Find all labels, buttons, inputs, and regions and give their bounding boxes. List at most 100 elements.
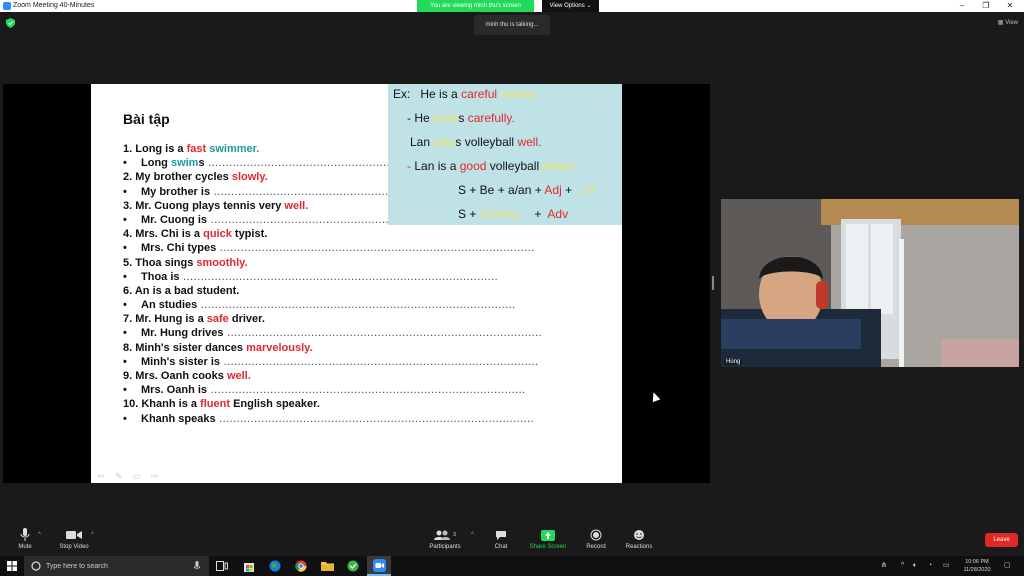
window-title: Zoom Meeting 40-Minutes: [13, 2, 95, 9]
exercise-text: English speaker.: [233, 398, 320, 411]
bullet: •: [123, 213, 127, 226]
answer-verb: swim: [170, 157, 199, 170]
formula-text: +: [534, 207, 542, 221]
exercise-highlight: safe: [206, 313, 229, 326]
chat-button[interactable]: Chat: [476, 527, 526, 555]
meeting-toolbar: Mute ^ Stop Video ^ 3 Participants ^ Cha…: [0, 523, 1024, 556]
answer-start: Long: [141, 157, 168, 170]
exercise-number: 5.: [123, 256, 133, 269]
exercise-answer-line: • Minh's sister is ……………………………………………………………: [123, 355, 563, 369]
slide-nav-controls: ⇦ ✎ ▭ ⇨: [97, 466, 169, 481]
answer-blank: ………………………………………………………………………………: [219, 242, 535, 255]
taskbar-search[interactable]: [24, 556, 209, 576]
exercise-text: An is a bad student.: [134, 284, 240, 297]
answer-start: An studies: [141, 299, 198, 312]
bullet: •: [123, 355, 127, 368]
search-input[interactable]: [46, 560, 196, 572]
exercise-highlight: quick: [203, 228, 232, 241]
answer-start: Minh's sister is: [141, 355, 221, 368]
reactions-button[interactable]: Reactions: [614, 527, 664, 555]
answer-start: Mrs. Chi types: [141, 242, 217, 255]
taskbar-clock[interactable]: 10:06 PM 11/28/2020: [955, 558, 999, 574]
encryption-shield-icon[interactable]: [6, 18, 15, 28]
store-icon[interactable]: [237, 556, 261, 576]
exercise-number: 8.: [123, 341, 133, 354]
leave-button[interactable]: Leave: [985, 533, 1018, 547]
task-view-icon[interactable]: [210, 556, 234, 576]
start-button[interactable]: [0, 556, 24, 576]
share-screen-button[interactable]: Share Screen: [523, 527, 573, 555]
exercise-text: Mrs. Oanh cooks: [135, 370, 224, 382]
exercise-text: Long is a: [135, 143, 184, 155]
example-line-2: - He works carefully.: [407, 111, 515, 125]
chrome-icon[interactable]: [289, 556, 313, 576]
example-box: Ex: He is a careful worker. - He works c…: [388, 84, 622, 225]
answer-blank: ………………………………………………………………………………: [210, 384, 526, 397]
video-feed: [721, 199, 1019, 367]
video-options-caret[interactable]: ^: [91, 532, 94, 538]
mute-button[interactable]: Mute: [0, 527, 50, 555]
microphone-icon: [0, 527, 50, 543]
microphone-icon[interactable]: [194, 561, 200, 571]
minimize-button[interactable]: –: [952, 0, 972, 12]
bullet: •: [123, 185, 127, 198]
resize-handle[interactable]: [712, 276, 714, 290]
restore-button[interactable]: ❐: [976, 0, 996, 12]
zoom-taskbar-icon[interactable]: [367, 556, 391, 576]
keyboard-icon[interactable]: ▭: [943, 556, 950, 576]
exercise-answer-line: • An studies ……………………………………………………………………………: [123, 298, 563, 312]
answer-blank: ………………………………………………………………………………: [226, 327, 543, 340]
participants-options-caret[interactable]: ^: [471, 532, 474, 538]
exercise-question: 9. Mrs. Oanh cooks well.: [123, 369, 563, 383]
title-bar: Zoom Meeting 40-Minutes You are viewing …: [0, 0, 1024, 12]
exercise-question: 6. An is a bad student.: [123, 284, 563, 298]
example-text: volleyball: [489, 159, 540, 173]
globe-app-icon[interactable]: [263, 556, 287, 576]
slides-icon[interactable]: ▭: [133, 471, 145, 481]
next-arrow-icon[interactable]: ⇨: [151, 471, 163, 481]
exercise-noun: swimmer.: [209, 143, 260, 155]
example-verb: play: [433, 135, 456, 149]
exercise-text: Minh's sister dances: [135, 341, 244, 354]
volume-icon[interactable]: 🔈︎: [913, 556, 917, 576]
bullet: •: [123, 412, 127, 425]
presentation-slide: Bài tập 1. Long is a fast swimmer. • Long …: [91, 84, 622, 483]
answer-blank: ………………………………………………………………………………: [200, 299, 516, 312]
pen-icon[interactable]: ✎: [115, 471, 127, 481]
exercise-highlight: well.: [226, 370, 251, 382]
participants-label: Participants: [429, 544, 461, 550]
formula-adv: Adv: [547, 207, 569, 221]
example-text: Lan: [410, 135, 431, 149]
file-explorer-icon[interactable]: [315, 556, 339, 576]
view-layout-button[interactable]: ▦ View: [992, 18, 1018, 28]
exercise-answer-line: • Mrs. Oanh is ………………………………………………………………………: [123, 383, 563, 397]
exercise-answer-line: • Thoa is ………………………………………………………………………………: [123, 270, 563, 284]
previous-arrow-icon[interactable]: ⇦: [97, 471, 109, 481]
participant-video[interactable]: Hùng: [721, 199, 1019, 367]
exercise-number: 9.: [123, 370, 133, 382]
close-button[interactable]: ✕: [1000, 0, 1020, 12]
network-icon[interactable]: ⋔: [881, 556, 887, 576]
exercise-number: 3.: [123, 199, 133, 212]
exercise-highlight: fast: [186, 143, 207, 155]
participants-button[interactable]: 3 Participants: [420, 527, 470, 555]
chevron-up-icon[interactable]: ^: [901, 556, 904, 576]
exercise-question: 8. Minh's sister dances marvelously.: [123, 341, 563, 355]
example-text: He is a: [420, 87, 458, 101]
view-options-button[interactable]: View Options ⌄: [542, 0, 599, 12]
audio-options-caret[interactable]: ^: [38, 532, 41, 538]
viewing-screen-banner: You are viewing minh thu's screen: [417, 0, 534, 12]
green-app-icon[interactable]: [341, 556, 365, 576]
smiley-plus-icon: [614, 527, 664, 543]
answer-start: Khanh speaks: [141, 412, 216, 425]
example-text: s: [458, 111, 465, 125]
bullet: •: [123, 157, 127, 170]
formula-text: S + Be + a/an +: [458, 183, 542, 197]
chat-label: Chat: [494, 544, 508, 550]
wifi-icon[interactable]: ◔: [928, 556, 932, 576]
exercise-text: Mr. Cuong plays tennis very: [135, 199, 282, 212]
formula-text: +: [565, 183, 573, 197]
participant-name: Hùng: [724, 359, 743, 365]
notifications-icon[interactable]: ▢: [1004, 556, 1011, 576]
exercise-number: 10.: [123, 398, 139, 411]
